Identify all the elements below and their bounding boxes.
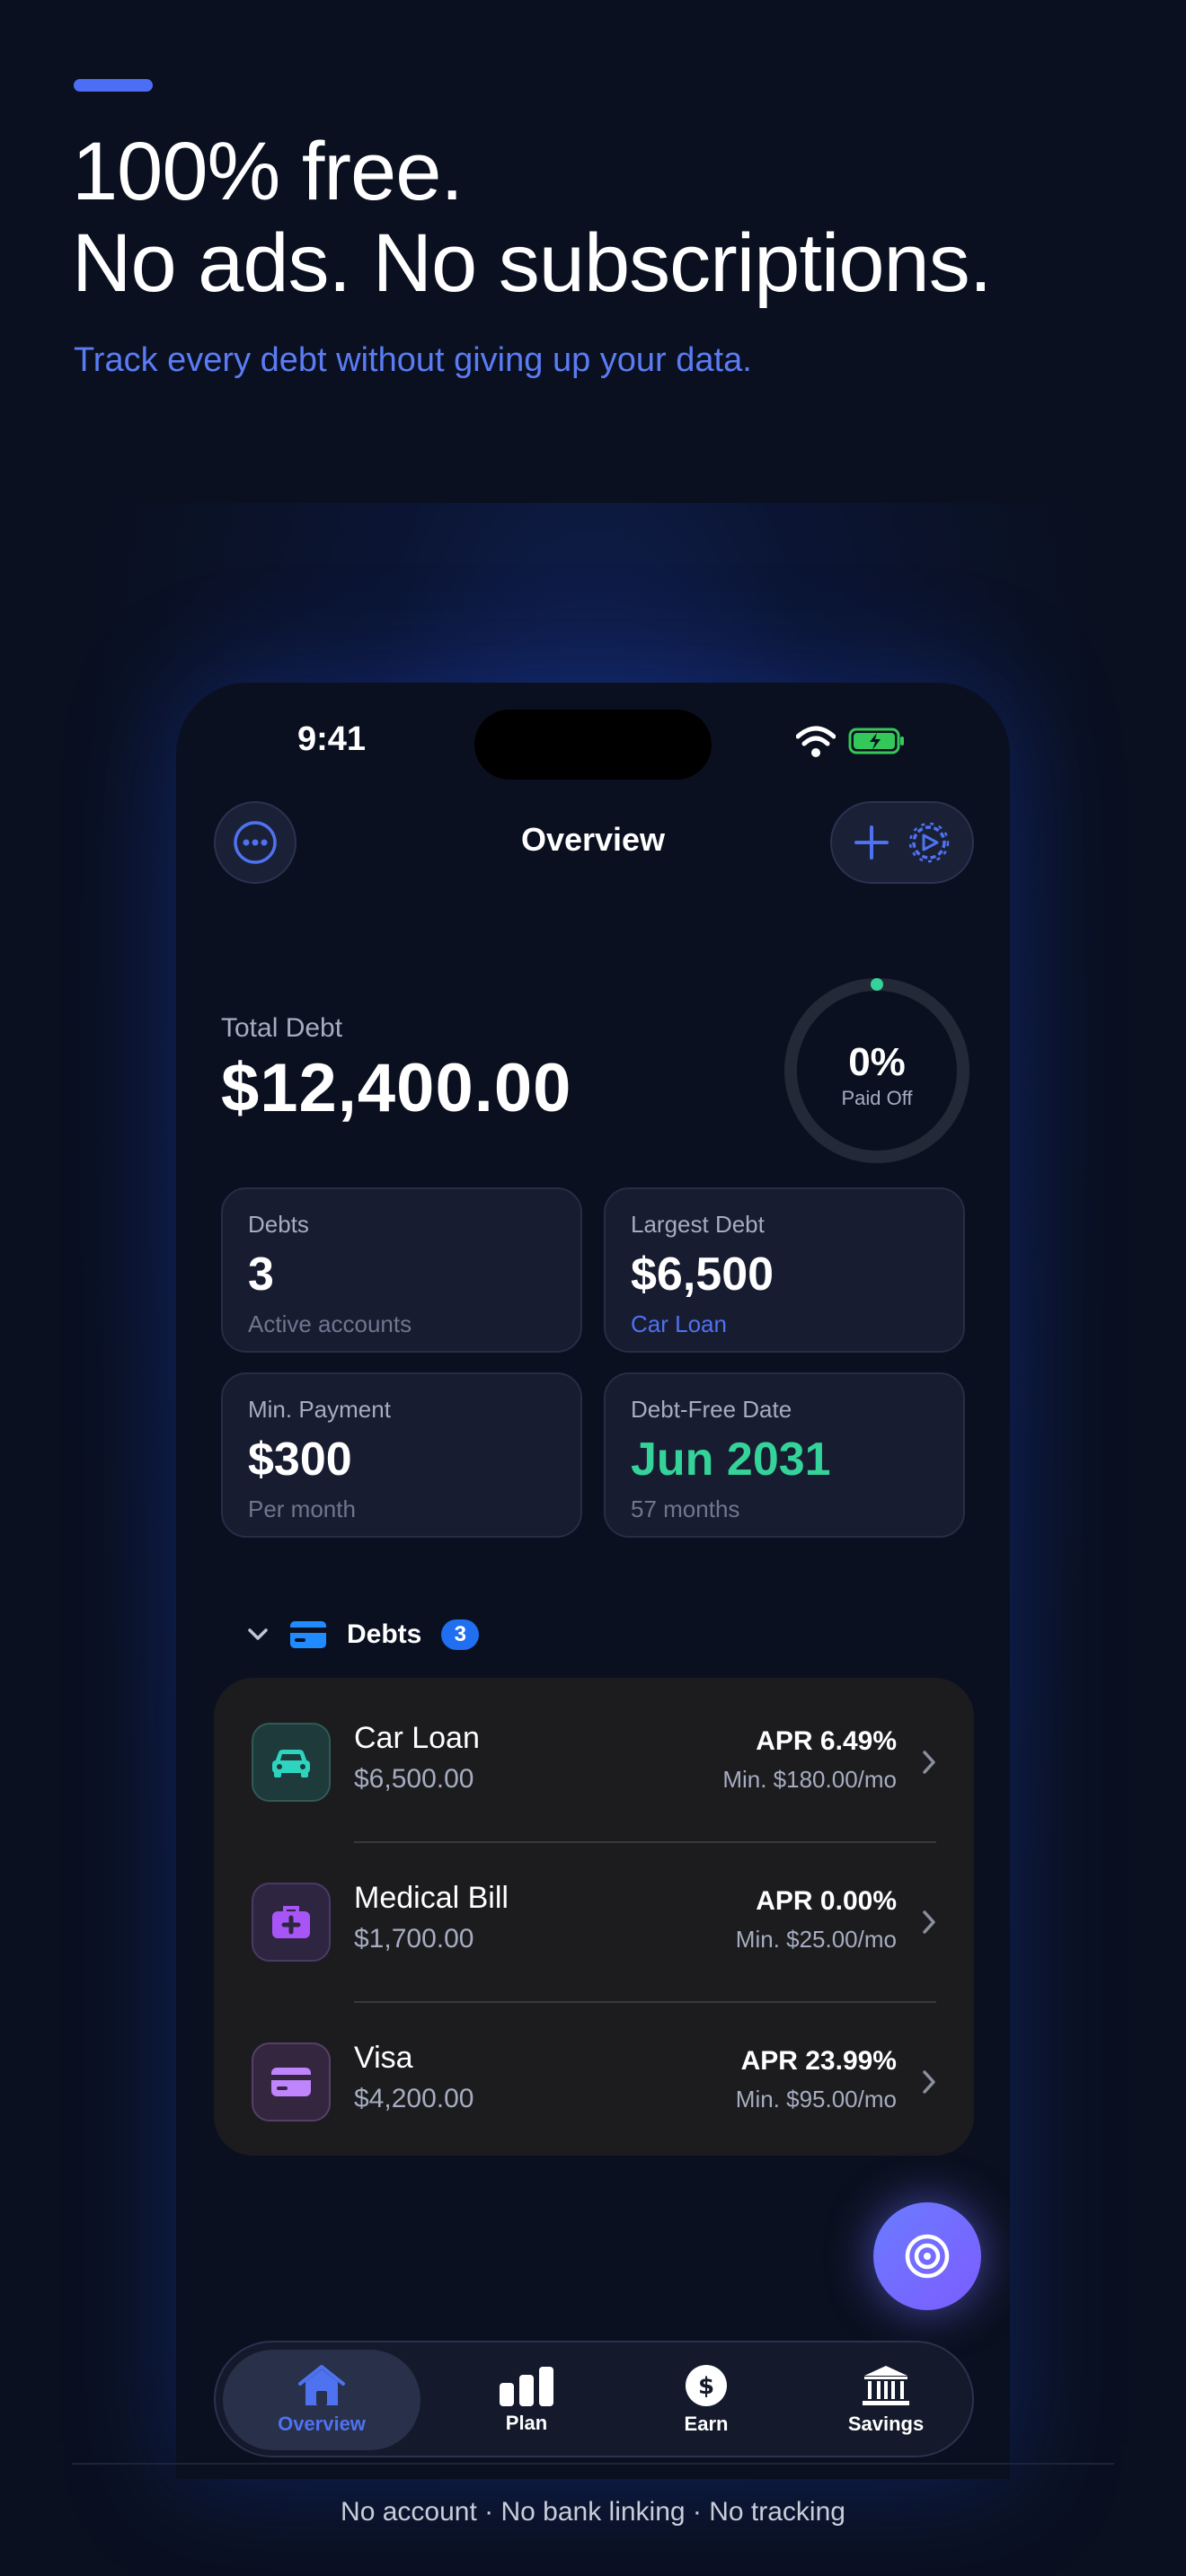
headline-line-2: No ads. No subscriptions. xyxy=(72,217,992,309)
debt-min-payment: Min. $180.00/mo xyxy=(722,1766,897,1793)
debt-amount: $1,700.00 xyxy=(354,1924,474,1954)
tab-bar: Overview Plan $ Earn Savings xyxy=(214,2341,974,2457)
debt-row-medical-bill[interactable]: Medical Bill $1,700.00 APR 0.00% Min. $2… xyxy=(214,1841,974,1999)
stat-label: Debt-Free Date xyxy=(631,1396,792,1423)
stat-sub: Active accounts xyxy=(248,1310,412,1337)
tagline: Track every debt without giving up your … xyxy=(74,341,752,379)
stat-card-largest-debt[interactable]: Largest Debt $6,500 Car Loan xyxy=(604,1187,965,1353)
stat-sub: 57 months xyxy=(631,1495,740,1522)
stat-value: $6,500 xyxy=(631,1248,774,1301)
accent-bar xyxy=(74,79,153,92)
stat-label: Largest Debt xyxy=(631,1211,765,1238)
debt-min-payment: Min. $95.00/mo xyxy=(735,2086,897,2113)
debt-name: Car Loan xyxy=(354,1721,480,1755)
stat-sub: Car Loan xyxy=(631,1310,727,1337)
debt-row-car-loan[interactable]: Car Loan $6,500.00 APR 6.49% Min. $180.0… xyxy=(214,1681,974,1839)
chevron-right-icon xyxy=(923,1910,935,1934)
tab-plan[interactable]: Plan xyxy=(437,2350,616,2450)
target-icon xyxy=(905,2234,950,2279)
status-time: 9:41 xyxy=(297,720,367,758)
chevron-right-icon xyxy=(923,1751,935,1774)
home-icon xyxy=(298,2365,345,2405)
paid-off-percent: 0% xyxy=(848,1040,906,1084)
debt-row-visa[interactable]: Visa $4,200.00 APR 23.99% Min. $95.00/mo xyxy=(214,2001,974,2159)
stat-label: Debts xyxy=(248,1211,309,1238)
paid-off-label: Paid Off xyxy=(841,1087,913,1109)
tab-label: Overview xyxy=(278,2413,366,2435)
debt-apr: APR 23.99% xyxy=(740,2046,897,2076)
debt-apr: APR 0.00% xyxy=(756,1886,897,1916)
debt-min-payment: Min. $25.00/mo xyxy=(735,1926,897,1953)
footer-divider xyxy=(72,2463,1114,2465)
actions-pill xyxy=(830,801,974,884)
credit-card-icon xyxy=(290,1621,326,1648)
settings-gear-icon[interactable] xyxy=(905,818,953,867)
debt-count-badge: 3 xyxy=(441,1619,480,1650)
medical-kit-icon xyxy=(252,1883,331,1962)
dynamic-island xyxy=(474,710,712,780)
debt-apr: APR 6.49% xyxy=(756,1726,897,1756)
stat-sub: Per month xyxy=(248,1495,356,1522)
stat-card-min-payment[interactable]: Min. Payment $300 Per month xyxy=(221,1372,582,1538)
tab-earn[interactable]: $ Earn xyxy=(616,2350,796,2450)
debts-section-header[interactable]: Debts 3 xyxy=(246,1617,480,1653)
total-debt-label: Total Debt xyxy=(221,1013,343,1043)
section-title: Debts xyxy=(347,1619,422,1649)
debt-name: Medical Bill xyxy=(354,1881,509,1915)
stat-card-debts[interactable]: Debts 3 Active accounts xyxy=(221,1187,582,1353)
stat-card-debt-free-date[interactable]: Debt-Free Date Jun 2031 57 months xyxy=(604,1372,965,1538)
credit-card-icon xyxy=(252,2042,331,2122)
wifi-icon xyxy=(796,726,836,757)
goal-fab-button[interactable] xyxy=(873,2202,981,2310)
dollar-icon: $ xyxy=(686,2365,727,2406)
debt-list: Car Loan $6,500.00 APR 6.49% Min. $180.0… xyxy=(214,1678,974,2156)
tab-label: Earn xyxy=(684,2413,729,2435)
add-debt-button[interactable] xyxy=(851,822,892,863)
total-debt-value: $12,400.00 xyxy=(221,1050,572,1126)
tab-savings[interactable]: Savings xyxy=(796,2350,976,2450)
tab-overview[interactable]: Overview xyxy=(223,2350,420,2450)
stat-value: $300 xyxy=(248,1434,352,1486)
stat-value: Jun 2031 xyxy=(631,1434,831,1486)
footer-text: No account · No bank linking · No tracki… xyxy=(341,2497,845,2527)
headline-line-1: 100% free. xyxy=(72,126,464,217)
phone-mockup: 9:41 Overview Total Debt $12,400.00 0% P… xyxy=(176,683,1010,2479)
stat-label: Min. Payment xyxy=(248,1396,391,1423)
debt-amount: $4,200.00 xyxy=(354,2084,474,2113)
chevron-right-icon xyxy=(923,2070,935,2094)
svg-text:$: $ xyxy=(698,2373,714,2400)
stat-value: 3 xyxy=(248,1248,274,1301)
bank-icon xyxy=(863,2366,909,2405)
debt-name: Visa xyxy=(354,2041,413,2075)
bar-chart-icon xyxy=(500,2367,553,2406)
battery-icon xyxy=(848,728,904,754)
debt-amount: $6,500.00 xyxy=(354,1764,474,1794)
tab-label: Plan xyxy=(505,2412,548,2434)
headline: 100% free. No ads. No subscriptions. xyxy=(72,126,992,309)
chevron-down-icon xyxy=(248,1628,268,1640)
car-icon xyxy=(252,1723,331,1802)
tab-label: Savings xyxy=(847,2413,925,2435)
